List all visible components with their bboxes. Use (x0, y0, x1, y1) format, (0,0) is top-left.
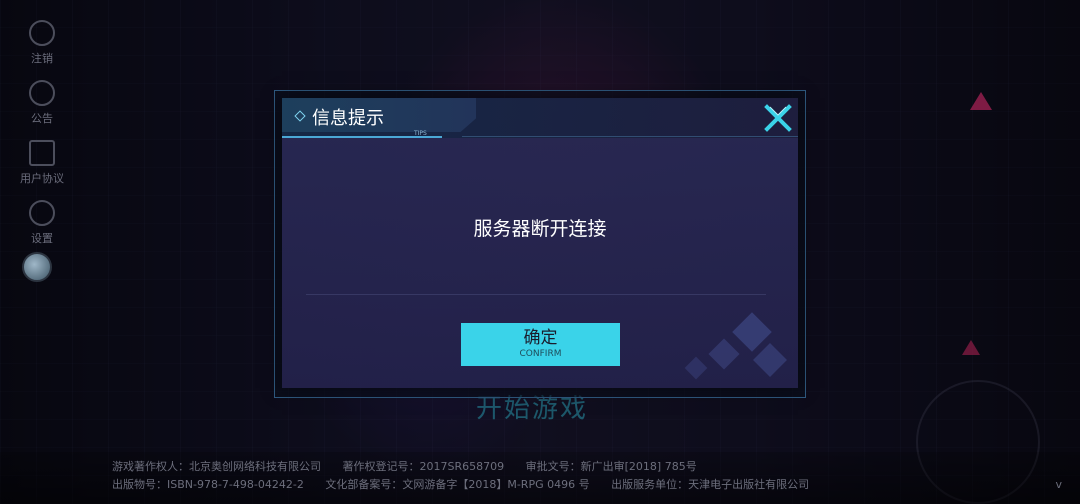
dialog-header: 信息提示 TIPS (282, 98, 798, 138)
triangle-decoration (970, 92, 992, 110)
confirm-sublabel: CONFIRM (519, 349, 562, 359)
side-item-label: 用户协议 (20, 172, 64, 185)
footer-filing: 文化部备案号：文网游备字【2018】M-RPG 0496 号 (325, 478, 590, 491)
footer-isbn: 出版物号：ISBN-978-7-498-04242-2 (112, 478, 304, 491)
triangle-decoration (962, 340, 980, 355)
footer-registration: 著作权登记号：2017SR658709 (342, 460, 505, 473)
side-item-user-agreement[interactable]: 用户协议 (12, 140, 72, 200)
document-icon (29, 140, 55, 166)
side-item-label: 设置 (31, 232, 53, 245)
side-menu: 注销 公告 用户协议 设置 (12, 20, 72, 260)
user-icon (29, 20, 55, 46)
side-item-label: 公告 (31, 112, 53, 125)
footer-publisher: 出版服务单位：天津电子出版社有限公司 (611, 478, 810, 491)
close-button[interactable] (764, 104, 792, 132)
side-item-settings[interactable]: 设置 (12, 200, 72, 260)
megaphone-icon (29, 80, 55, 106)
side-item-logout[interactable]: 注销 (12, 20, 72, 80)
header-accent-line (282, 136, 442, 138)
footer-copyright-holder: 游戏著作权人：北京奥创网络科技有限公司 (112, 460, 321, 473)
footer-line-2: 出版物号：ISBN-978-7-498-04242-2 文化部备案号：文网游备字… (112, 476, 827, 492)
side-item-label: 注销 (31, 52, 53, 65)
confirm-label: 确定 (523, 328, 558, 348)
dialog-title: 信息提示 (312, 108, 384, 129)
avatar[interactable] (22, 252, 52, 282)
confirm-button[interactable]: 确定 CONFIRM (461, 323, 620, 366)
info-dialog: 信息提示 TIPS 服务器断开连接 确定 CONFIRM (282, 98, 798, 388)
footer-approval: 审批文号：新广出审[2018] 785号 (525, 460, 697, 473)
dialog-message: 服务器断开连接 (473, 218, 607, 240)
header-divider (462, 136, 798, 137)
gear-icon (29, 200, 55, 226)
close-icon (764, 104, 792, 132)
footer-line-1: 游戏著作权人：北京奥创网络科技有限公司 著作权登记号：2017SR658709 … (112, 458, 715, 474)
diamond-pattern-decoration (684, 312, 787, 380)
side-item-announcement[interactable]: 公告 (12, 80, 72, 140)
divider (306, 294, 766, 295)
version-mark: v (1055, 478, 1062, 491)
